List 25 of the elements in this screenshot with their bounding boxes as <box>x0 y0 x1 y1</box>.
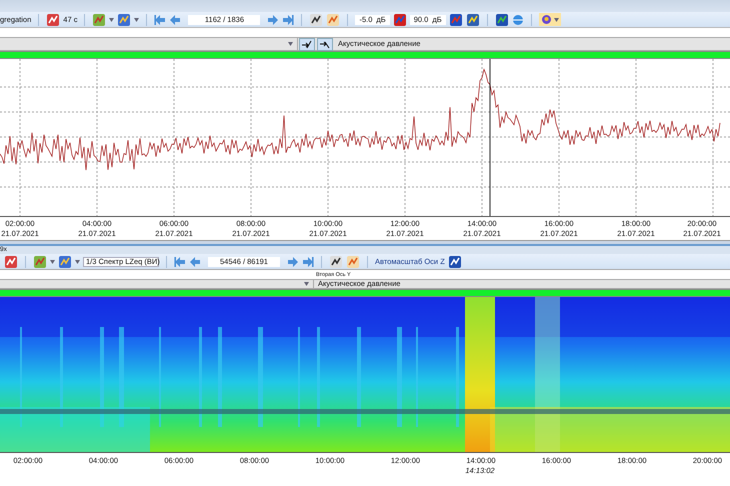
first-arrow-icon[interactable] <box>174 256 186 268</box>
axis-right-button[interactable] <box>317 38 333 50</box>
caret-icon[interactable] <box>109 18 114 22</box>
caret-icon[interactable] <box>134 18 140 22</box>
globe-icon[interactable] <box>512 14 524 26</box>
caret-icon[interactable] <box>554 18 559 22</box>
caret-icon[interactable] <box>75 260 80 264</box>
next-arrow-icon[interactable] <box>267 14 280 26</box>
previous-arrow-icon[interactable] <box>169 14 182 26</box>
settings-button[interactable] <box>538 13 561 26</box>
spectrum-icon[interactable] <box>494 12 509 26</box>
chart-icon[interactable] <box>33 254 47 268</box>
last-arrow-icon[interactable] <box>282 14 294 26</box>
caret-icon[interactable] <box>50 260 55 264</box>
first-arrow-icon[interactable] <box>154 14 166 26</box>
caret-icon[interactable] <box>288 42 293 46</box>
last-arrow-icon[interactable] <box>302 256 314 268</box>
axis-left-button[interactable] <box>299 38 315 50</box>
previous-arrow-icon[interactable] <box>189 256 201 268</box>
caret-icon[interactable] <box>304 282 309 286</box>
arrow-icon <box>320 40 330 48</box>
next-arrow-icon[interactable] <box>287 256 299 268</box>
spectrum-icon[interactable] <box>448 254 462 268</box>
arrow-icon <box>302 40 312 48</box>
chart-icon[interactable] <box>92 12 106 26</box>
